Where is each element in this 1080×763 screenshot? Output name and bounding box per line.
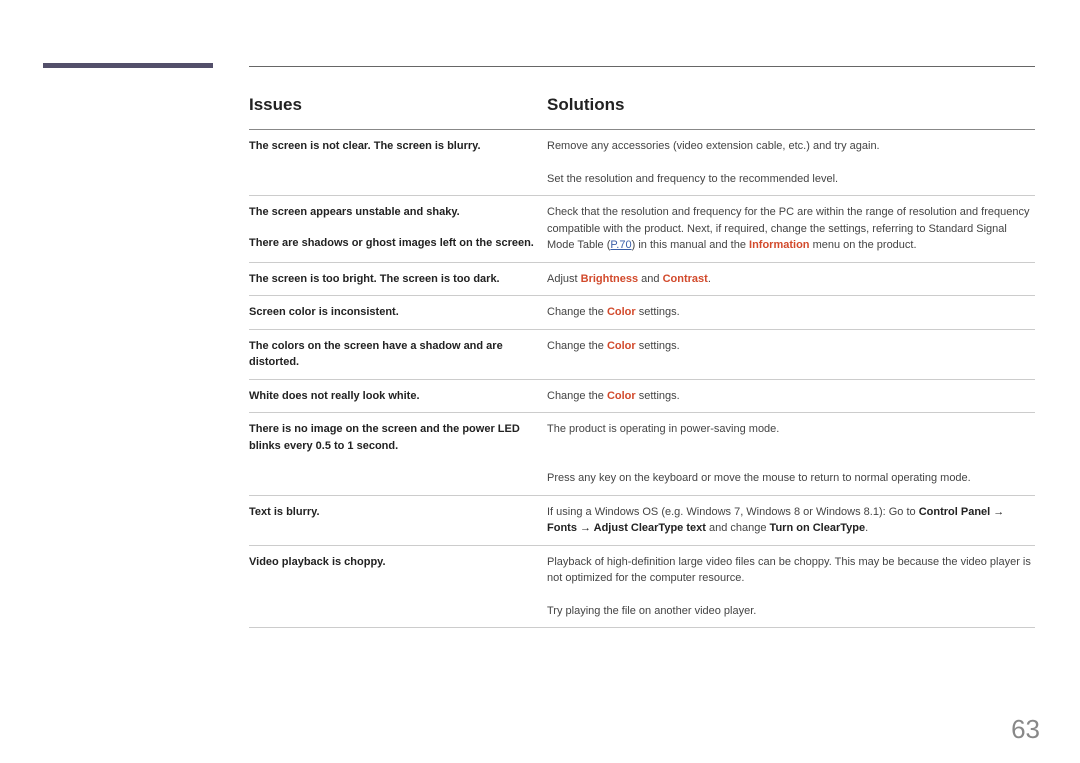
troubleshooting-table: The screen is not clear. The screen is b… — [249, 130, 1035, 628]
table-row: Video playback is choppy.Playback of hig… — [249, 545, 1035, 595]
table-row: Screen color is inconsistent.Change the … — [249, 296, 1035, 329]
solution-cell: Adjust Brightness and Contrast. — [547, 262, 1035, 295]
solution-cell: Change the Color settings. — [547, 379, 1035, 412]
content-area: Issues Solutions The screen is not clear… — [249, 66, 1035, 628]
header-solutions: Solutions — [547, 95, 1035, 115]
issue-cell: Screen color is inconsistent. — [249, 296, 547, 329]
table-row: Text is blurry.If using a Windows OS (e.… — [249, 495, 1035, 545]
issue-cell: White does not really look white. — [249, 379, 547, 412]
issue-cell: There is no image on the screen and the … — [249, 413, 547, 463]
issue-cell — [249, 595, 547, 628]
issue-cell: Text is blurry. — [249, 495, 547, 545]
solution-cell: Set the resolution and frequency to the … — [547, 163, 1035, 196]
table-row: Try playing the file on another video pl… — [249, 595, 1035, 628]
issue-cell: The screen appears unstable and shaky.Th… — [249, 196, 547, 262]
table-headers: Issues Solutions — [249, 95, 1035, 115]
header-issues: Issues — [249, 95, 547, 115]
solution-cell: Playback of high-definition large video … — [547, 545, 1035, 595]
table-row: Press any key on the keyboard or move th… — [249, 462, 1035, 495]
issue-cell: The colors on the screen have a shadow a… — [249, 329, 547, 379]
table-row: The colors on the screen have a shadow a… — [249, 329, 1035, 379]
issue-cell — [249, 462, 547, 495]
solution-cell: Change the Color settings. — [547, 329, 1035, 379]
row-separator — [249, 627, 1035, 628]
table-row: White does not really look white.Change … — [249, 379, 1035, 412]
solution-cell: Press any key on the keyboard or move th… — [547, 462, 1035, 495]
rule-top — [249, 66, 1035, 67]
accent-bar — [43, 63, 213, 68]
table-row: There is no image on the screen and the … — [249, 413, 1035, 463]
issue-cell — [249, 163, 547, 196]
table-row: The screen appears unstable and shaky.Th… — [249, 196, 1035, 262]
solution-cell: If using a Windows OS (e.g. Windows 7, W… — [547, 495, 1035, 545]
issue-cell: The screen is too bright. The screen is … — [249, 262, 547, 295]
issue-cell: The screen is not clear. The screen is b… — [249, 130, 547, 163]
page-number: 63 — [1011, 714, 1040, 745]
issue-cell: Video playback is choppy. — [249, 545, 547, 595]
solution-cell: The product is operating in power-saving… — [547, 413, 1035, 463]
solution-cell: Remove any accessories (video extension … — [547, 130, 1035, 163]
solution-cell: Check that the resolution and frequency … — [547, 196, 1035, 262]
table-row: Set the resolution and frequency to the … — [249, 163, 1035, 196]
solution-cell: Change the Color settings. — [547, 296, 1035, 329]
solution-cell: Try playing the file on another video pl… — [547, 595, 1035, 628]
table-row: The screen is not clear. The screen is b… — [249, 130, 1035, 163]
table-row: The screen is too bright. The screen is … — [249, 262, 1035, 295]
